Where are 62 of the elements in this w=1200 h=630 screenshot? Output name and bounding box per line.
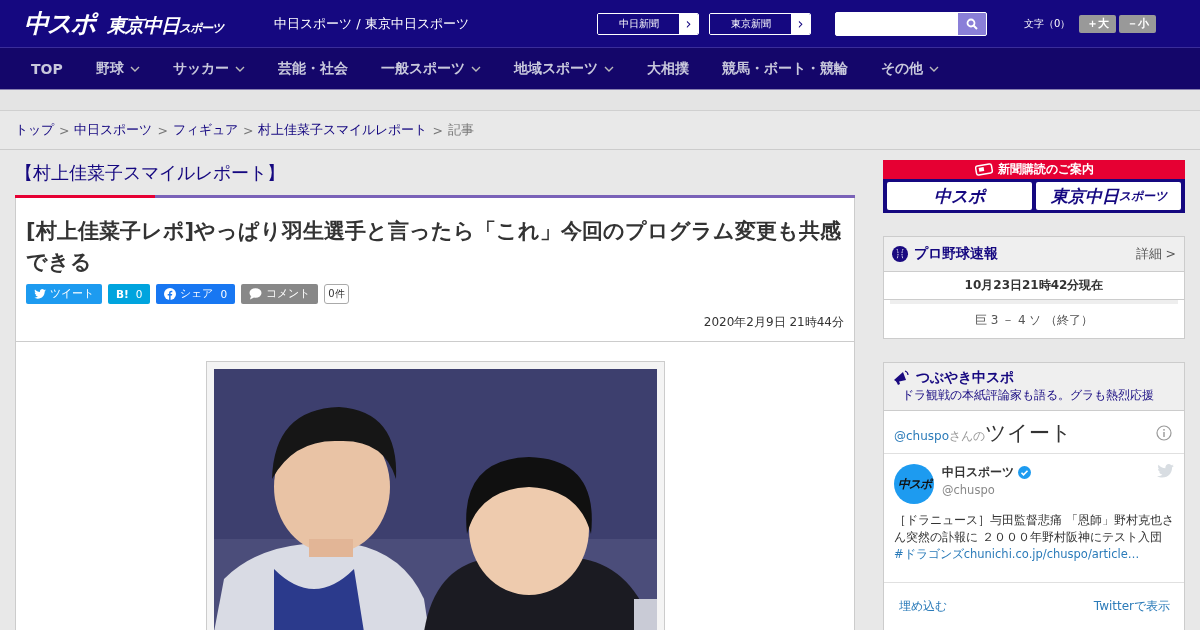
- hashtag-link[interactable]: #ドラゴンズ: [894, 547, 964, 561]
- chevron-down-icon: [470, 65, 481, 72]
- font-size-label: 文字（0）: [1024, 16, 1071, 31]
- chevron-down-icon: [129, 65, 140, 72]
- newspaper-link[interactable]: 東京新聞 ›: [709, 12, 811, 35]
- breadcrumb-link[interactable]: トップ: [15, 121, 54, 139]
- breadcrumb-link[interactable]: 中日スポーツ: [74, 121, 153, 139]
- update-time: 10月23日21時42分現在: [884, 272, 1184, 300]
- embed-link[interactable]: 埋め込む: [899, 598, 947, 615]
- subscription-title: 新聞購読のご案内: [997, 161, 1094, 178]
- nav-item[interactable]: 一般スポーツ: [380, 59, 481, 78]
- nav-item[interactable]: その他: [880, 59, 939, 78]
- account-handle[interactable]: @chuspo: [942, 483, 1031, 497]
- tokyo-logo[interactable]: 東京中日スポーツ: [107, 13, 223, 39]
- widget-title: つぶやき中スポ: [916, 369, 1014, 387]
- article-date: 2020年2月9日 21時44分: [702, 314, 844, 331]
- breadcrumb-separator: >: [59, 122, 70, 138]
- facebook-icon: [164, 288, 177, 300]
- speech-bubble-icon: [249, 288, 263, 300]
- megaphone-icon: [892, 370, 910, 386]
- nav-item[interactable]: 野球: [95, 59, 140, 78]
- widget-title: プロ野球速報: [914, 245, 998, 263]
- breadcrumb-separator: >: [432, 122, 443, 138]
- comment-count: 0件: [324, 284, 349, 304]
- search-field[interactable]: [835, 11, 987, 36]
- newspaper-logo[interactable]: 東京中日スポーツ: [1036, 182, 1181, 210]
- baseball-icon: [892, 246, 908, 262]
- avatar[interactable]: 中スポ: [894, 464, 934, 504]
- nav-item[interactable]: TOP: [31, 60, 63, 77]
- newspaper-link[interactable]: 中日新聞 ›: [597, 12, 699, 35]
- share-button[interactable]: コメント: [241, 284, 319, 304]
- share-button[interactable]: シェア 0: [156, 284, 236, 304]
- timeline-heading[interactable]: @chuspoさんのツイート: [894, 419, 1073, 447]
- breadcrumb-link[interactable]: 村上佳菜子スマイルレポート: [258, 121, 428, 139]
- chevron-down-icon: [234, 65, 245, 72]
- newspaper-logo[interactable]: 中スポ: [887, 182, 1032, 210]
- tweet-text: ［ドラニュース］与田監督悲痛 「恩師」野村克也さん突然の訃報に ２０００年野村阪神にテスト入団 #ドラゴンズchunichi.co.jp/chuspo/article…: [894, 512, 1174, 563]
- nav-item[interactable]: 競馬・ボート・競輪: [721, 59, 848, 78]
- nav-item[interactable]: 芸能・社会: [277, 59, 348, 78]
- newspaper-icon: [974, 163, 993, 176]
- search-icon[interactable]: [966, 17, 978, 30]
- tweet-link[interactable]: chunichi.co.jp/chuspo/article…: [963, 547, 1140, 561]
- article-title: [村上佳菜子レポ]やっぱり羽生選手と言ったら「これ」今回のプログラム変更も共感できる: [26, 218, 843, 276]
- breadcrumb-separator: >: [242, 122, 254, 138]
- bird-icon: [34, 289, 46, 299]
- breadcrumb-separator: >: [157, 122, 168, 138]
- account-name[interactable]: 中日スポーツ: [942, 464, 1014, 481]
- breadcrumb-current: 記事: [447, 121, 474, 139]
- section-title: 【村上佳菜子スマイルレポート】: [15, 161, 286, 185]
- nav-item[interactable]: 大相撲: [646, 59, 689, 78]
- details-link[interactable]: 詳細 >: [1135, 245, 1176, 263]
- subscription-banner[interactable]: 新聞購読のご案内 中スポ 東京中日スポーツ: [883, 160, 1185, 213]
- chevron-down-icon: [603, 65, 614, 72]
- info-icon[interactable]: [1156, 425, 1172, 441]
- widget-subtitle: ドラ観戦の本紙評論家も語る。グラも熱烈応援: [902, 387, 1154, 404]
- game-score[interactable]: 巨 3 － 4 ソ （終了）: [890, 300, 1178, 338]
- chevron-down-icon: [928, 65, 939, 72]
- breadcrumb-link[interactable]: フィギュア: [172, 121, 238, 139]
- nav-item[interactable]: 地域スポーツ: [513, 59, 614, 78]
- nav-item[interactable]: サッカー: [172, 59, 245, 78]
- site-name: 中日スポーツ / 東京中日スポーツ: [274, 14, 470, 33]
- view-on-twitter-link[interactable]: Twitterで表示: [1093, 598, 1170, 615]
